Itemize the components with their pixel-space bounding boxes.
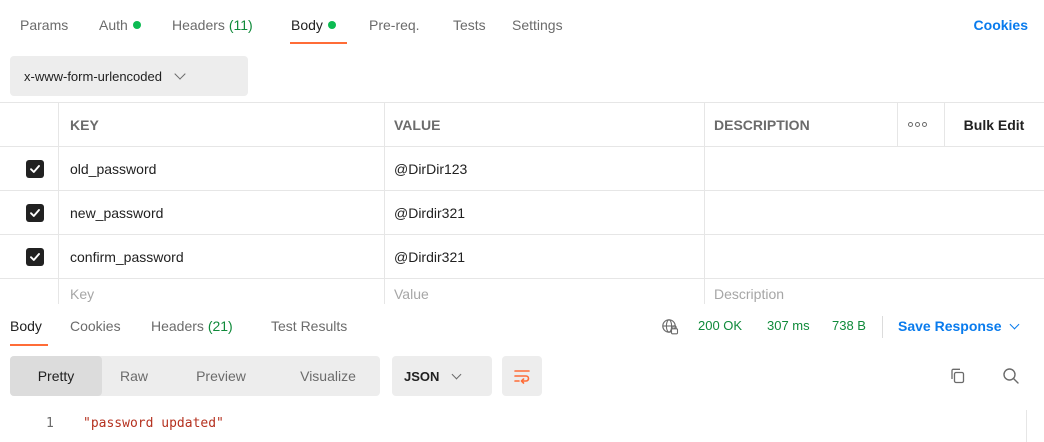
- param-description-cell[interactable]: [704, 235, 714, 278]
- format-label: JSON: [404, 368, 440, 384]
- chevron-down-icon: [451, 369, 462, 379]
- new-key-input[interactable]: Key: [60, 279, 94, 304]
- param-key-cell[interactable]: confirm_password: [60, 235, 184, 278]
- save-response-button[interactable]: Save Response: [898, 318, 1019, 334]
- response-tab-body[interactable]: Body: [10, 318, 42, 334]
- format-dropdown[interactable]: JSON: [392, 356, 492, 396]
- tab-body[interactable]: Body: [291, 17, 336, 33]
- param-description-cell[interactable]: [704, 147, 714, 190]
- tab-body-label: Body: [291, 17, 323, 33]
- cookies-link[interactable]: Cookies: [974, 17, 1028, 33]
- request-tabs: Params Auth Headers (11) Body Pre-req. T…: [0, 0, 1044, 52]
- view-visualize-button[interactable]: Visualize: [282, 356, 374, 396]
- param-key-cell[interactable]: new_password: [60, 191, 163, 234]
- column-divider: [897, 103, 898, 146]
- code-line: "password updated": [83, 416, 224, 431]
- response-tab-headers[interactable]: Headers (21): [151, 318, 233, 334]
- response-code-view[interactable]: 1 "password updated": [0, 410, 1044, 442]
- search-icon[interactable]: [1001, 366, 1021, 386]
- tab-headers[interactable]: Headers (11): [172, 17, 253, 33]
- tab-auth[interactable]: Auth: [99, 17, 141, 33]
- check-icon: [30, 209, 40, 217]
- response-size: 738 B: [832, 318, 866, 333]
- table-row-new: Key Value Description: [0, 278, 1044, 304]
- scrollbar[interactable]: [1026, 410, 1027, 442]
- response-tabs: Body Cookies Headers (21) Test Results 2…: [0, 304, 1044, 348]
- view-mode-group: Pretty Raw Preview Visualize: [10, 356, 380, 396]
- bulk-edit-label: Bulk Edit: [963, 116, 1025, 133]
- row-checkbox[interactable]: [26, 204, 44, 222]
- table-header-row: KEY VALUE DESCRIPTION Bulk Edit: [0, 102, 1044, 146]
- column-divider: [58, 103, 59, 146]
- tab-headers-count: (11): [228, 17, 253, 33]
- network-globe-icon[interactable]: [661, 318, 679, 336]
- line-number: 1: [46, 416, 54, 431]
- bulk-edit-button[interactable]: Bulk Edit: [944, 103, 1044, 146]
- view-pretty-button[interactable]: Pretty: [10, 356, 102, 396]
- row-checkbox[interactable]: [26, 248, 44, 266]
- auth-status-dot: [132, 21, 141, 29]
- divider: [882, 316, 883, 338]
- response-tab-cookies[interactable]: Cookies: [70, 318, 121, 334]
- column-header-key: KEY: [70, 116, 99, 133]
- body-type-label: x-www-form-urlencoded: [24, 68, 162, 84]
- copy-icon[interactable]: [948, 366, 968, 386]
- row-checkbox[interactable]: [26, 160, 44, 178]
- tab-params[interactable]: Params: [20, 17, 68, 33]
- new-description-input[interactable]: Description: [704, 279, 784, 304]
- param-value-cell[interactable]: @Dirdir321: [384, 191, 465, 234]
- column-header-description: DESCRIPTION: [714, 116, 810, 133]
- param-value-cell[interactable]: @Dirdir321: [384, 235, 465, 278]
- column-divider: [58, 147, 59, 190]
- status-code: 200 OK: [698, 318, 743, 333]
- param-key-cell[interactable]: old_password: [60, 147, 156, 190]
- param-value-cell[interactable]: @DirDir123: [384, 147, 467, 190]
- new-value-input[interactable]: Value: [384, 279, 429, 304]
- check-icon: [30, 253, 40, 261]
- column-divider: [58, 279, 59, 304]
- table-row: confirm_password @Dirdir321: [0, 234, 1044, 278]
- column-header-value: VALUE: [394, 116, 441, 133]
- response-tab-headers-label: Headers: [151, 318, 204, 334]
- body-type-dropdown[interactable]: x-www-form-urlencoded: [10, 56, 248, 96]
- column-divider: [58, 235, 59, 278]
- view-preview-button[interactable]: Preview: [176, 356, 266, 396]
- chevron-down-icon: [1009, 319, 1019, 330]
- active-tab-indicator: [10, 344, 48, 346]
- tab-tests[interactable]: Tests: [453, 17, 486, 33]
- wrap-lines-button[interactable]: [502, 356, 542, 396]
- column-divider: [58, 191, 59, 234]
- table-row: old_password @DirDir123: [0, 146, 1044, 190]
- tab-settings[interactable]: Settings: [512, 17, 563, 33]
- table-row: new_password @Dirdir321: [0, 190, 1044, 234]
- wrap-lines-icon: [514, 370, 530, 384]
- param-description-cell[interactable]: [704, 191, 714, 234]
- response-tab-headers-count: (21): [207, 318, 233, 334]
- view-raw-button[interactable]: Raw: [102, 356, 166, 396]
- tab-headers-label: Headers: [172, 17, 225, 33]
- chevron-down-icon: [174, 68, 186, 80]
- save-response-label: Save Response: [898, 318, 1002, 334]
- active-tab-indicator: [290, 42, 347, 44]
- check-icon: [30, 165, 40, 173]
- tab-prereq[interactable]: Pre-req.: [369, 17, 420, 33]
- body-status-dot: [327, 21, 336, 29]
- tab-auth-label: Auth: [99, 17, 128, 33]
- response-tab-test-results[interactable]: Test Results: [271, 318, 347, 334]
- response-time: 307 ms: [767, 318, 810, 333]
- more-options-icon[interactable]: [908, 122, 927, 127]
